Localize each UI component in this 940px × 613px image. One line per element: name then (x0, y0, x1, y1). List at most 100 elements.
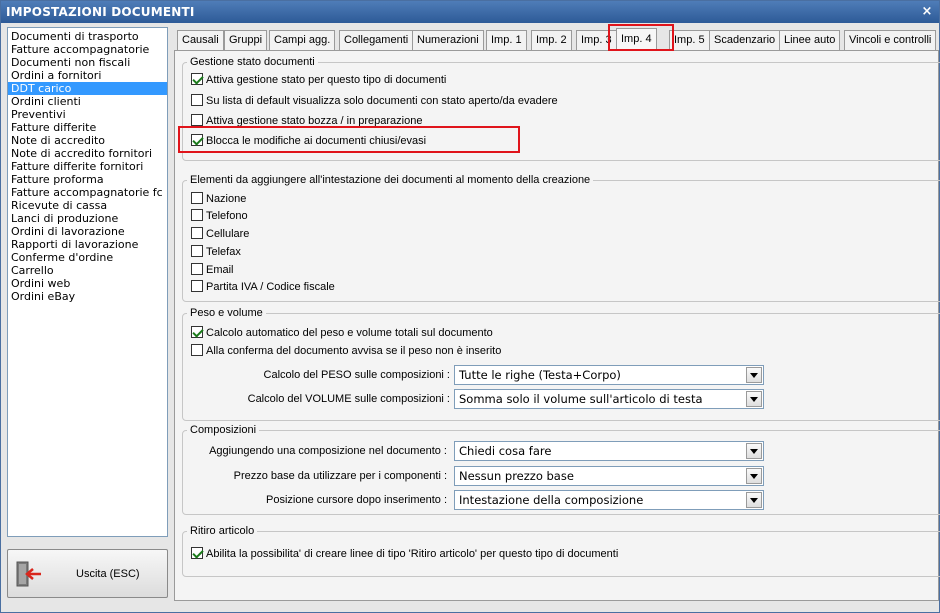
checkbox-label: Blocca le modifiche ai documenti chiusi/… (206, 135, 427, 148)
checkbox[interactable] (191, 263, 203, 276)
document-type-list[interactable]: Documenti di trasporto Fatture accompagn… (7, 27, 168, 537)
group-legend: Ritiro articolo (190, 525, 255, 537)
list-item[interactable]: Ordini web (8, 277, 167, 290)
checkbox-row[interactable]: Attiva gestione stato per questo tipo di… (191, 73, 446, 89)
chevron-down-icon[interactable] (746, 443, 762, 459)
peso-label: Calcolo del PESO sulle composizioni : (263, 369, 450, 381)
volume-select[interactable]: Somma solo il volume sull'articolo di te… (454, 389, 764, 409)
checkbox-label: Calcolo automatico del peso e volume tot… (206, 327, 493, 340)
tab-gruppi[interactable]: Gruppi (224, 30, 268, 50)
list-item[interactable]: Carrello (8, 264, 167, 277)
chevron-down-icon[interactable] (746, 367, 762, 383)
tab-causali[interactable]: Causali (177, 30, 224, 50)
list-item[interactable]: Documenti non fiscali (8, 56, 167, 69)
tab-campi-agg[interactable]: Campi agg. (269, 30, 336, 50)
list-item[interactable]: Ordini di lavorazione (8, 225, 167, 238)
exit-button-label: Uscita (ESC) (76, 568, 140, 580)
checkbox[interactable] (191, 73, 203, 86)
tab-numerazioni[interactable]: Numerazioni (412, 30, 484, 50)
list-item[interactable]: Lanci di produzione (8, 212, 167, 225)
checkbox[interactable] (191, 134, 203, 147)
tab-imp-5[interactable]: Imp. 5 (669, 30, 710, 50)
chevron-down-icon[interactable] (746, 391, 762, 407)
checkbox-row[interactable]: Su lista di default visualizza solo docu… (191, 94, 558, 110)
checkbox-row[interactable]: Partita IVA / Codice fiscale (191, 280, 335, 296)
chevron-down-icon[interactable] (746, 468, 762, 484)
posizione-cursore-label: Posizione cursore dopo inserimento : (266, 494, 447, 506)
list-item[interactable]: Ricevute di cassa (8, 199, 167, 212)
list-item[interactable]: Note di accredito fornitori (8, 147, 167, 160)
list-item[interactable]: Ordini eBay (8, 290, 167, 303)
checkbox-row[interactable]: Calcolo automatico del peso e volume tot… (191, 326, 493, 342)
tab-collegamenti[interactable]: Collegamenti (339, 30, 414, 50)
settings-window: IMPOSTAZIONI DOCUMENTI × Documenti di tr… (0, 0, 940, 613)
checkbox-label: Nazione (206, 193, 247, 206)
checkbox-row[interactable]: Telefono (191, 209, 248, 225)
title-bar: IMPOSTAZIONI DOCUMENTI × (1, 1, 939, 23)
checkbox-label: Cellulare (206, 228, 250, 241)
checkbox-label: Attiva gestione stato bozza / in prepara… (206, 115, 423, 128)
posizione-cursore-select[interactable]: Intestazione della composizione (454, 490, 764, 510)
volume-value: Somma solo il volume sull'articolo di te… (459, 392, 703, 406)
list-item[interactable]: Fatture proforma (8, 173, 167, 186)
composizione-add-label: Aggiungendo una composizione nel documen… (209, 445, 447, 457)
checkbox[interactable] (191, 344, 203, 357)
list-item-selected[interactable]: DDT carico (8, 82, 167, 95)
chevron-down-icon[interactable] (746, 492, 762, 508)
checkbox-label: Partita IVA / Codice fiscale (206, 281, 335, 294)
checkbox[interactable] (191, 227, 203, 240)
list-item[interactable]: Conferme d'ordine (8, 251, 167, 264)
list-item[interactable]: Rapporti di lavorazione (8, 238, 167, 251)
list-item[interactable]: Fatture differite (8, 121, 167, 134)
tab-vincoli-e-controlli[interactable]: Vincoli e controlli (844, 30, 937, 50)
prezzo-base-select[interactable]: Nessun prezzo base (454, 466, 764, 486)
checkbox-row[interactable]: Cellulare (191, 227, 249, 243)
prezzo-base-label: Prezzo base da utilizzare per i componen… (233, 470, 447, 482)
checkbox[interactable] (191, 94, 203, 107)
list-item[interactable]: Ordini a fornitori (8, 69, 167, 82)
checkbox-row[interactable]: Attiva gestione stato bozza / in prepara… (191, 114, 422, 130)
close-icon[interactable]: × (919, 4, 935, 20)
group-legend: Elementi da aggiungere all'intestazione … (190, 174, 591, 186)
checkbox-row[interactable]: Telefax (191, 245, 241, 261)
checkbox-row[interactable]: Alla conferma del documento avvisa se il… (191, 344, 501, 360)
checkbox-label: Su lista di default visualizza solo docu… (206, 95, 558, 108)
list-item[interactable]: Documenti di trasporto (8, 30, 167, 43)
checkbox-row[interactable]: Abilita la possibilita' di creare linee … (191, 547, 618, 563)
tab-imp-3[interactable]: Imp. 3 (576, 30, 617, 50)
tab-imp-1[interactable]: Imp. 1 (486, 30, 527, 50)
checkbox[interactable] (191, 192, 203, 205)
composizione-add-select[interactable]: Chiedi cosa fare (454, 441, 764, 461)
list-item[interactable]: Fatture differite fornitori (8, 160, 167, 173)
checkbox-label: Alla conferma del documento avvisa se il… (206, 345, 502, 358)
tab-linee-auto[interactable]: Linee auto (779, 30, 841, 50)
tab-scadenzario[interactable]: Scadenzario (709, 30, 781, 50)
composizione-add-value: Chiedi cosa fare (459, 444, 552, 458)
checkbox-label: Attiva gestione stato per questo tipo di… (206, 74, 447, 87)
exit-door-icon (16, 561, 41, 587)
checkbox[interactable] (191, 280, 203, 293)
checkbox[interactable] (191, 547, 203, 560)
peso-select[interactable]: Tutte le righe (Testa+Corpo) (454, 365, 764, 385)
exit-button[interactable]: Uscita (ESC) (7, 549, 168, 598)
list-item[interactable]: Fatture accompagnatorie fc (8, 186, 167, 199)
tab-imp-2[interactable]: Imp. 2 (531, 30, 572, 50)
list-item[interactable]: Ordini clienti (8, 95, 167, 108)
peso-value: Tutte le righe (Testa+Corpo) (459, 368, 621, 382)
checkbox-label: Telefax (206, 246, 241, 259)
checkbox-row[interactable]: Nazione (191, 192, 246, 208)
checkbox-label: Email (206, 264, 234, 277)
tab-imp-4[interactable]: Imp. 4 (616, 28, 657, 51)
checkbox[interactable] (191, 114, 203, 127)
checkbox[interactable] (191, 326, 203, 339)
checkbox-row[interactable]: Blocca le modifiche ai documenti chiusi/… (191, 134, 426, 150)
list-item[interactable]: Preventivi (8, 108, 167, 121)
group-legend: Composizioni (190, 424, 257, 436)
checkbox[interactable] (191, 209, 203, 222)
list-item[interactable]: Fatture accompagnatorie (8, 43, 167, 56)
checkbox[interactable] (191, 245, 203, 258)
checkbox-row[interactable]: Email (191, 263, 234, 279)
list-item[interactable]: Note di accredito (8, 134, 167, 147)
checkbox-label: Telefono (206, 210, 248, 223)
window-title: IMPOSTAZIONI DOCUMENTI (6, 5, 195, 19)
